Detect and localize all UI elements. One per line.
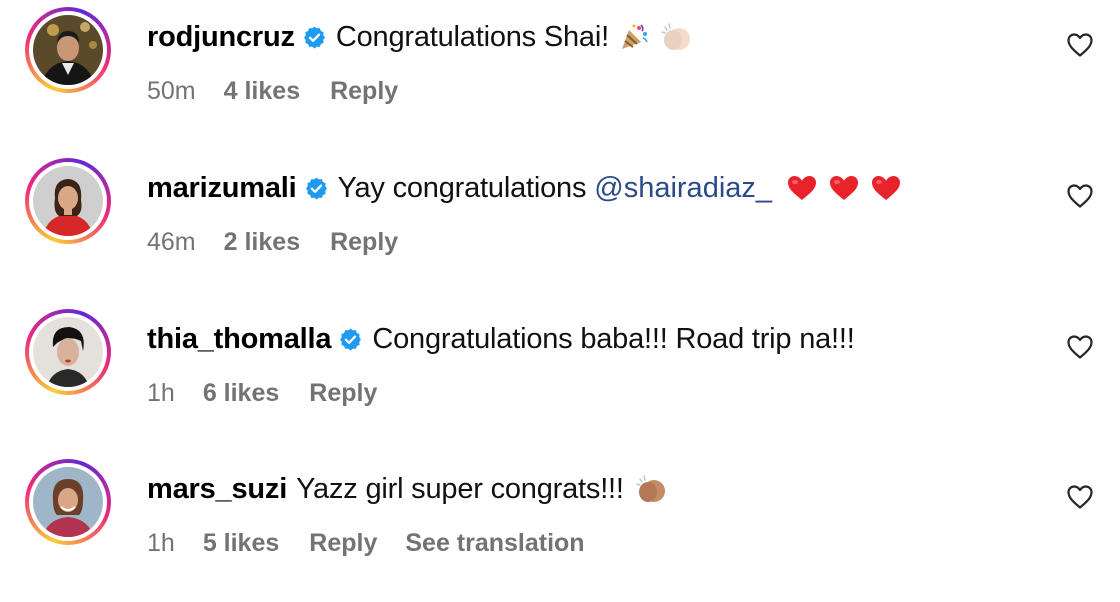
likes-count[interactable]: 5 likes — [203, 529, 279, 558]
comment-item: mars_suzi Yazz girl super congrats!!! 1h… — [0, 452, 1120, 602]
comment-text: Yazz girl super congrats!!! — [296, 472, 624, 505]
heart-icon[interactable] — [1066, 334, 1094, 360]
party-popper-icon — [619, 22, 649, 52]
comment-time: 1h — [147, 528, 175, 557]
avatar[interactable] — [25, 459, 111, 545]
avatar[interactable] — [25, 309, 111, 395]
comment-time: 1h — [147, 378, 175, 407]
username[interactable]: marizumali — [147, 172, 297, 205]
likes-count[interactable]: 4 likes — [224, 77, 300, 106]
comment-text: Yay congratulations — [337, 171, 587, 204]
verified-badge-icon — [338, 327, 363, 352]
avatar[interactable] — [25, 158, 111, 244]
comment-item: thia_thomalla Congratulations baba!!! Ro… — [0, 302, 1120, 452]
avatar-photo — [33, 166, 103, 236]
red-heart-icon — [786, 174, 818, 202]
verified-badge-icon — [304, 176, 329, 201]
reply-button[interactable]: Reply — [309, 529, 377, 558]
clapping-hands-light-icon — [659, 22, 693, 52]
see-translation-button[interactable]: See translation — [405, 529, 584, 558]
heart-icon[interactable] — [1066, 183, 1094, 209]
comment-time: 46m — [147, 227, 196, 256]
username[interactable]: mars_suzi — [147, 473, 287, 506]
heart-icon[interactable] — [1066, 32, 1094, 58]
comment-time: 50m — [147, 76, 196, 105]
comment-text: Congratulations Shai! — [335, 20, 609, 53]
avatar-photo — [33, 15, 103, 85]
red-heart-icon — [828, 174, 860, 202]
reply-button[interactable]: Reply — [309, 379, 377, 408]
reply-button[interactable]: Reply — [330, 77, 398, 106]
comment-item: marizumali Yay congratulations @shairadi… — [0, 151, 1120, 301]
likes-count[interactable]: 6 likes — [203, 379, 279, 408]
comment-item: rodjuncruz Congratulations Shai! 50m 4 l… — [0, 0, 1120, 150]
heart-icon[interactable] — [1066, 484, 1094, 510]
reply-button[interactable]: Reply — [330, 228, 398, 257]
red-heart-icon — [870, 174, 902, 202]
verified-badge-icon — [302, 25, 327, 50]
avatar-photo — [33, 317, 103, 387]
mention-link[interactable]: @shairadiaz_ — [594, 172, 772, 205]
clapping-hands-medium-icon — [634, 474, 668, 504]
username[interactable]: thia_thomalla — [147, 323, 332, 356]
avatar-photo — [33, 467, 103, 537]
likes-count[interactable]: 2 likes — [224, 228, 300, 257]
username[interactable]: rodjuncruz — [147, 21, 295, 54]
avatar[interactable] — [25, 7, 111, 93]
comment-text: Congratulations baba!!! Road trip na!!! — [372, 322, 855, 355]
